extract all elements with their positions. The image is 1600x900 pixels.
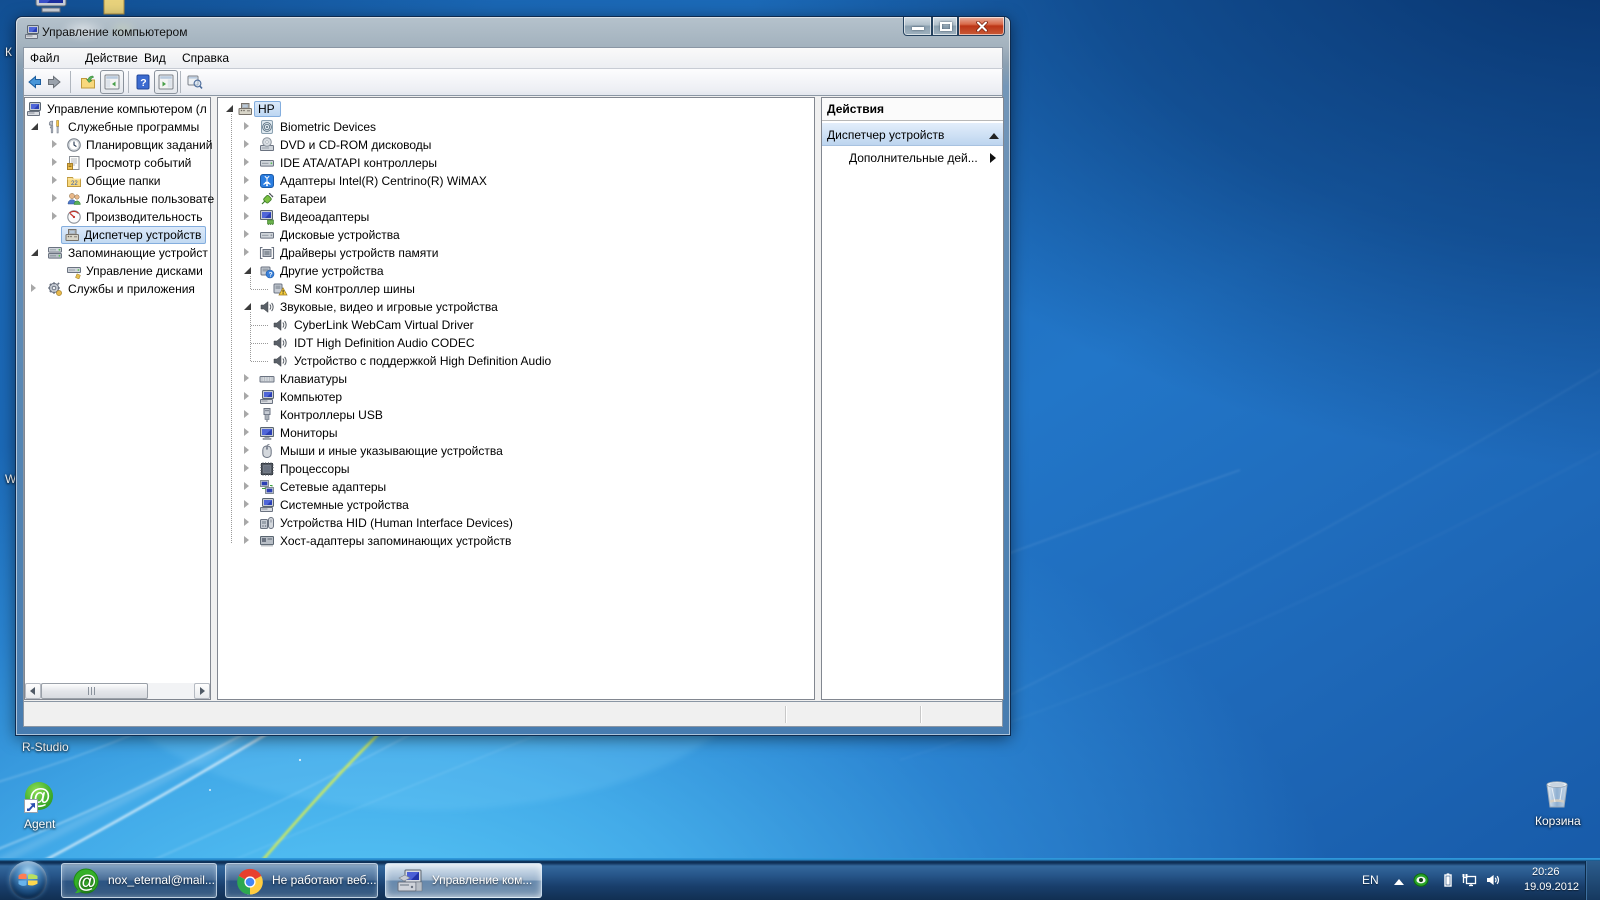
svg-text:22: 22 (71, 181, 78, 187)
svg-text:?: ? (140, 77, 146, 89)
svg-text:@: @ (78, 872, 97, 893)
svg-text:?: ? (269, 271, 273, 278)
